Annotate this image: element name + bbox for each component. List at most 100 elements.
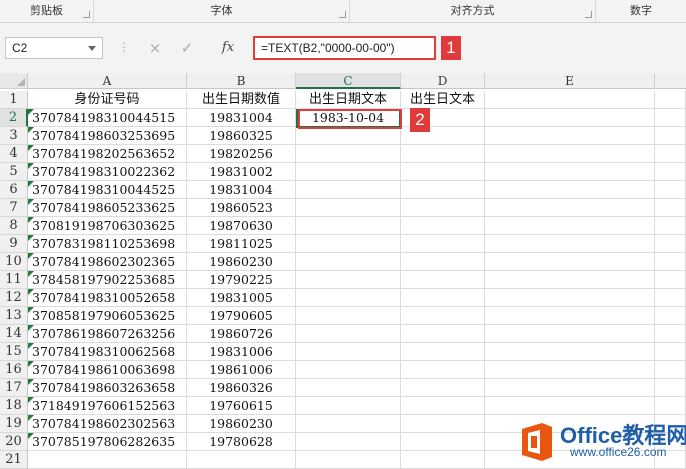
- cell-a[interactable]: 370784198602302563: [28, 415, 187, 433]
- cell-a[interactable]: 370784198603253695: [28, 127, 187, 145]
- cell-e[interactable]: [485, 145, 655, 163]
- cell-a[interactable]: 371849197606152563: [28, 397, 187, 415]
- cell-b[interactable]: 19860326: [187, 379, 296, 397]
- cell-d[interactable]: [401, 361, 485, 379]
- name-box[interactable]: C2: [5, 37, 103, 59]
- cell-e[interactable]: [485, 271, 655, 289]
- row-header[interactable]: 14: [0, 325, 28, 343]
- dialog-launcher-icon[interactable]: [585, 11, 592, 18]
- cell-c[interactable]: [296, 397, 401, 415]
- cell-e[interactable]: [485, 361, 655, 379]
- cell-b[interactable]: 19861006: [187, 361, 296, 379]
- cell-c[interactable]: [296, 289, 401, 307]
- ribbon-group-font[interactable]: 字体: [94, 0, 350, 22]
- cell-c[interactable]: 出生日期文本: [296, 91, 401, 109]
- cell-c[interactable]: [296, 253, 401, 271]
- row-header[interactable]: 18: [0, 397, 28, 415]
- cell-f[interactable]: [655, 199, 686, 217]
- cell-e[interactable]: [485, 253, 655, 271]
- cell-a[interactable]: 370783198110253698: [28, 235, 187, 253]
- cell-d[interactable]: [401, 181, 485, 199]
- cell-c[interactable]: [296, 271, 401, 289]
- cell-e[interactable]: [485, 397, 655, 415]
- cell-e[interactable]: [485, 91, 655, 109]
- cell-b[interactable]: 19831005: [187, 289, 296, 307]
- cell-d[interactable]: [401, 217, 485, 235]
- cell-f[interactable]: [655, 343, 686, 361]
- cell-a[interactable]: 370785197806282635: [28, 433, 187, 451]
- cell-c[interactable]: [296, 217, 401, 235]
- cell-a[interactable]: 370786198607263256: [28, 325, 187, 343]
- cell-c[interactable]: [296, 235, 401, 253]
- cell-a[interactable]: 370784198202563652: [28, 145, 187, 163]
- cell-f[interactable]: [655, 181, 686, 199]
- column-header-c[interactable]: C: [296, 73, 401, 89]
- enter-button[interactable]: ✓: [173, 37, 201, 59]
- cell-b[interactable]: 19831002: [187, 163, 296, 181]
- cell-c[interactable]: [296, 199, 401, 217]
- row-header[interactable]: 2: [0, 109, 28, 127]
- cell-b[interactable]: 19860230: [187, 253, 296, 271]
- cell-d[interactable]: [401, 163, 485, 181]
- cell-a[interactable]: 370784198310044525: [28, 181, 187, 199]
- cell-e[interactable]: [485, 199, 655, 217]
- cell-d[interactable]: [401, 271, 485, 289]
- cell-b[interactable]: 19820256: [187, 145, 296, 163]
- cell-b[interactable]: 19831004: [187, 181, 296, 199]
- cell-e[interactable]: [485, 163, 655, 181]
- cell-c[interactable]: [296, 361, 401, 379]
- cell-e[interactable]: [485, 307, 655, 325]
- row-header[interactable]: 17: [0, 379, 28, 397]
- row-header[interactable]: 12: [0, 289, 28, 307]
- cell-a[interactable]: 370784198610063698: [28, 361, 187, 379]
- cell-b[interactable]: 19860230: [187, 415, 296, 433]
- cell-d[interactable]: [401, 397, 485, 415]
- cell-a[interactable]: 370784198602302365: [28, 253, 187, 271]
- cell-d[interactable]: [401, 379, 485, 397]
- cell-c[interactable]: [296, 145, 401, 163]
- cell-f[interactable]: [655, 163, 686, 181]
- cell-f[interactable]: [655, 91, 686, 109]
- row-header[interactable]: 15: [0, 343, 28, 361]
- cell-f[interactable]: [655, 307, 686, 325]
- ribbon-group-alignment[interactable]: 对齐方式: [350, 0, 596, 22]
- cell-c[interactable]: [296, 451, 401, 469]
- cell-e[interactable]: [485, 235, 655, 253]
- cell-f[interactable]: [655, 217, 686, 235]
- cell-d[interactable]: 出生日文本: [401, 91, 485, 109]
- cell-a[interactable]: 378458197902253685: [28, 271, 187, 289]
- cell-c[interactable]: [296, 127, 401, 145]
- cell-c[interactable]: [296, 433, 401, 451]
- cell-d[interactable]: [401, 433, 485, 451]
- cell-c[interactable]: [296, 181, 401, 199]
- cell-c[interactable]: [296, 307, 401, 325]
- cell-f[interactable]: [655, 289, 686, 307]
- row-header[interactable]: 5: [0, 163, 28, 181]
- cell-e[interactable]: [485, 325, 655, 343]
- cell-d[interactable]: [401, 343, 485, 361]
- cell-d[interactable]: [401, 235, 485, 253]
- cell-b[interactable]: 19780628: [187, 433, 296, 451]
- cell-a[interactable]: 370819198706303625: [28, 217, 187, 235]
- select-all-button[interactable]: [0, 73, 28, 89]
- row-header[interactable]: 4: [0, 145, 28, 163]
- cell-b[interactable]: 19870630: [187, 217, 296, 235]
- cell-d[interactable]: [401, 253, 485, 271]
- formula-input[interactable]: =TEXT(B2,"0000-00-00"): [253, 36, 436, 60]
- cell-b[interactable]: 19831004: [187, 109, 296, 127]
- cell-f[interactable]: [655, 397, 686, 415]
- cell-f[interactable]: [655, 271, 686, 289]
- cell-e[interactable]: [485, 343, 655, 361]
- cell-a[interactable]: 370784198310052658: [28, 289, 187, 307]
- row-header[interactable]: 6: [0, 181, 28, 199]
- column-header-b[interactable]: B: [187, 73, 296, 89]
- row-header[interactable]: 8: [0, 217, 28, 235]
- cell-f[interactable]: [655, 361, 686, 379]
- row-header[interactable]: 1: [0, 91, 28, 109]
- row-header[interactable]: 3: [0, 127, 28, 145]
- column-header-f[interactable]: [655, 73, 686, 89]
- cell-f[interactable]: [655, 127, 686, 145]
- row-header[interactable]: 11: [0, 271, 28, 289]
- cell-f[interactable]: [655, 253, 686, 271]
- row-header[interactable]: 7: [0, 199, 28, 217]
